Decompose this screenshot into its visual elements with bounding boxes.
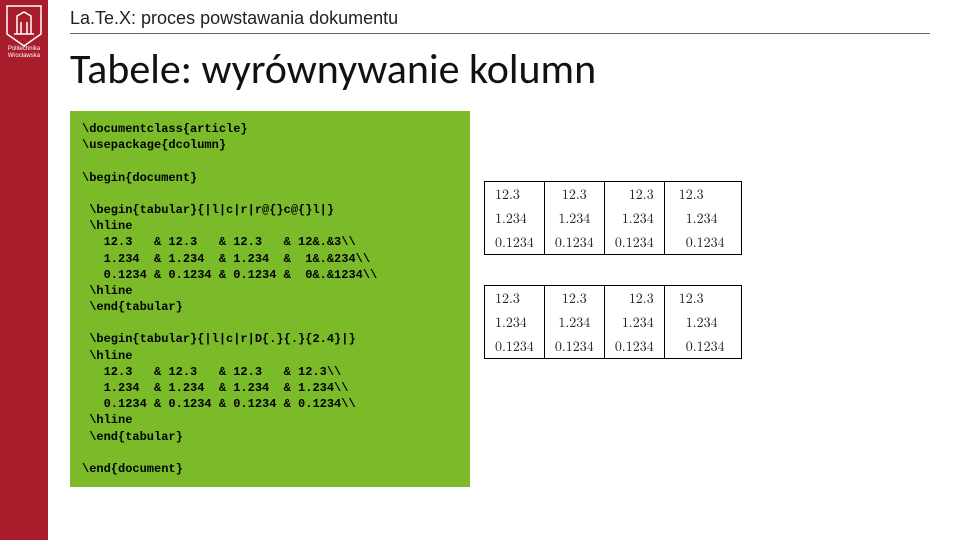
table-row: 1.2341.2341.2341.234 — [485, 206, 742, 230]
cell: 12.3 — [544, 182, 604, 207]
cell: 1.234 — [544, 206, 604, 230]
cell: 0.1234 — [485, 230, 545, 255]
institution-name: Politechnika Wrocławska — [2, 46, 46, 59]
institution-logo — [4, 4, 44, 48]
body-row: \documentclass{article} \usepackage{dcol… — [70, 111, 930, 487]
brand-sidebar: Politechnika Wrocławska — [0, 0, 48, 540]
cell: 1.234 — [604, 310, 664, 334]
cell: 0.1234 — [664, 334, 741, 359]
rendered-output: 12.312.312.312.31.2341.2341.2341.2340.12… — [484, 181, 742, 359]
table-row: 12.312.312.312.3 — [485, 182, 742, 207]
page-title: Tabele: wyrównywanie kolumn — [70, 44, 930, 95]
breadcrumb: La.Te.X: proces powstawania dokumentu — [70, 8, 930, 29]
cell: 1.234 — [664, 310, 741, 334]
slide: Politechnika Wrocławska La.Te.X: proces … — [0, 0, 960, 540]
cell: 1.234 — [485, 206, 545, 230]
cell: 0.1234 — [604, 334, 664, 359]
divider — [70, 33, 930, 34]
cell: 12.3 — [604, 286, 664, 311]
cell: 1.234 — [664, 206, 741, 230]
table-row: 0.12340.12340.12340.1234 — [485, 334, 742, 359]
cell: 0.1234 — [485, 334, 545, 359]
cell: 0.1234 — [544, 230, 604, 255]
cell: 12.3 — [604, 182, 664, 207]
rendered-table-2: 12.312.312.312.31.2341.2341.2341.2340.12… — [484, 285, 742, 359]
cell: 12.3 — [664, 286, 741, 311]
content-area: La.Te.X: proces powstawania dokumentu Ta… — [70, 8, 930, 487]
table-row: 12.312.312.312.3 — [485, 286, 742, 311]
table-row: 1.2341.2341.2341.234 — [485, 310, 742, 334]
cell: 12.3 — [485, 286, 545, 311]
cell: 0.1234 — [664, 230, 741, 255]
cell: 0.1234 — [544, 334, 604, 359]
cell: 12.3 — [544, 286, 604, 311]
cell: 1.234 — [544, 310, 604, 334]
cell: 0.1234 — [604, 230, 664, 255]
cell: 12.3 — [664, 182, 741, 207]
table-row: 0.12340.12340.12340.1234 — [485, 230, 742, 255]
rendered-table-1: 12.312.312.312.31.2341.2341.2341.2340.12… — [484, 181, 742, 255]
cell: 1.234 — [604, 206, 664, 230]
cell: 1.234 — [485, 310, 545, 334]
latex-source-code: \documentclass{article} \usepackage{dcol… — [70, 111, 470, 487]
cell: 12.3 — [485, 182, 545, 207]
